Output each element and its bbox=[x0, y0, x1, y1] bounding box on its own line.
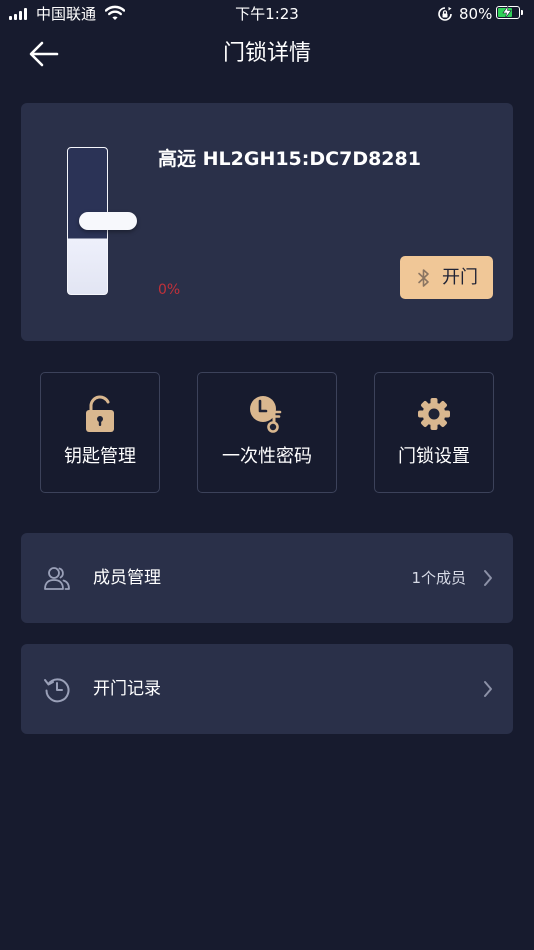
status-time: 下午1:23 bbox=[235, 5, 299, 23]
battery-cap bbox=[521, 10, 523, 15]
clock-key-icon bbox=[250, 396, 282, 433]
chevron-right-icon bbox=[484, 570, 492, 586]
history-icon bbox=[44, 678, 70, 703]
lock-card: 高远 HL2GH15:DC7D8281 0% 开门 bbox=[21, 103, 513, 341]
key-management-tile[interactable]: 钥匙管理 bbox=[40, 372, 160, 493]
chevron-right-icon bbox=[484, 681, 492, 697]
unlock-records-label: 开门记录 bbox=[93, 679, 161, 699]
one-time-password-label: 一次性密码 bbox=[222, 446, 312, 467]
members-icon bbox=[44, 567, 70, 590]
padlock-icon bbox=[86, 395, 114, 432]
bluetooth-icon bbox=[418, 269, 429, 287]
lock-name: 高远 HL2GH15:DC7D8281 bbox=[158, 148, 421, 170]
member-management-label: 成员管理 bbox=[93, 568, 161, 588]
door-lock-illustration bbox=[65, 145, 141, 297]
unlock-records-row[interactable]: 开门记录 bbox=[21, 644, 513, 734]
open-door-label: 开门 bbox=[442, 267, 478, 287]
one-time-password-tile[interactable]: 一次性密码 bbox=[197, 372, 337, 493]
member-management-row[interactable]: 成员管理 1个成员 bbox=[21, 533, 513, 623]
key-management-label: 钥匙管理 bbox=[64, 446, 136, 467]
rotation-lock-icon bbox=[438, 7, 452, 21]
gear-icon bbox=[418, 398, 450, 430]
lock-handle bbox=[79, 212, 137, 230]
lock-settings-label: 门锁设置 bbox=[398, 446, 470, 467]
charging-bolt-icon bbox=[502, 6, 512, 18]
status-bar: 中国联通 下午1:23 80% bbox=[0, 0, 534, 28]
lock-battery-level: 0% bbox=[158, 282, 181, 298]
member-count: 1个成员 bbox=[411, 569, 466, 587]
battery-percent: 80% bbox=[459, 5, 493, 23]
page-title: 门锁详情 bbox=[222, 41, 311, 66]
battery-icon bbox=[496, 6, 520, 19]
lock-settings-tile[interactable]: 门锁设置 bbox=[374, 372, 494, 493]
open-door-button[interactable]: 开门 bbox=[400, 256, 493, 299]
